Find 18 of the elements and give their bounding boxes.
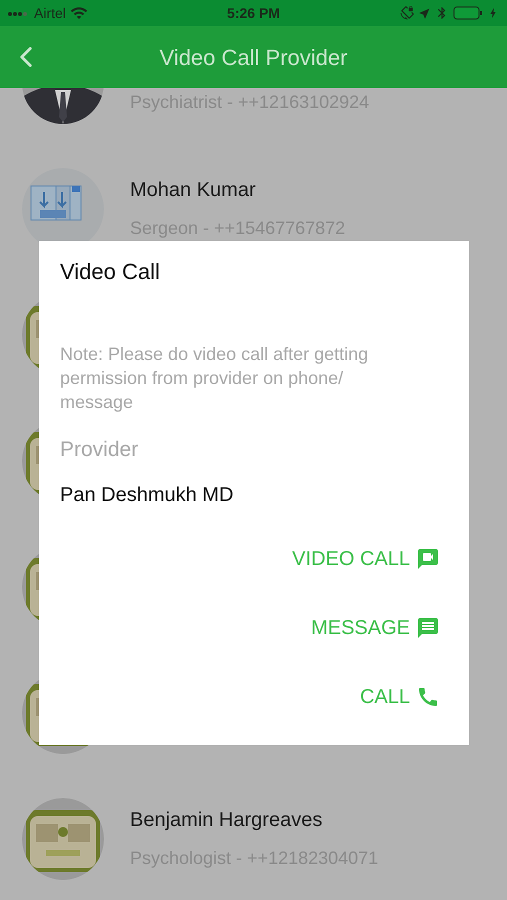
provider-name: Mohan Kumar (130, 178, 256, 203)
note-text: Note: Please do video call after getting permission from provider on phone/ message (60, 343, 370, 414)
battery-icon (453, 6, 483, 20)
provider-name: Benjamin Hargreaves (130, 808, 322, 833)
clock: 5:26 PM (226, 4, 281, 22)
message-icon (416, 616, 440, 640)
rotation-lock-icon (400, 6, 414, 20)
video-chat-icon (416, 547, 440, 571)
provider-value: Pan Deshmukh MD (60, 482, 234, 508)
phone-icon (416, 685, 440, 709)
action-button[interactable]: CALL (360, 682, 440, 712)
screen-title: Video Call Provider (160, 44, 348, 72)
provider-label: Provider (60, 437, 140, 463)
action-button[interactable]: VIDEO CALL (292, 544, 440, 574)
dialog-title: Video Call (60, 258, 161, 286)
location-icon (418, 6, 431, 20)
action-button[interactable]: MESSAGE (311, 612, 440, 644)
carrier: Airtel (34, 4, 66, 22)
